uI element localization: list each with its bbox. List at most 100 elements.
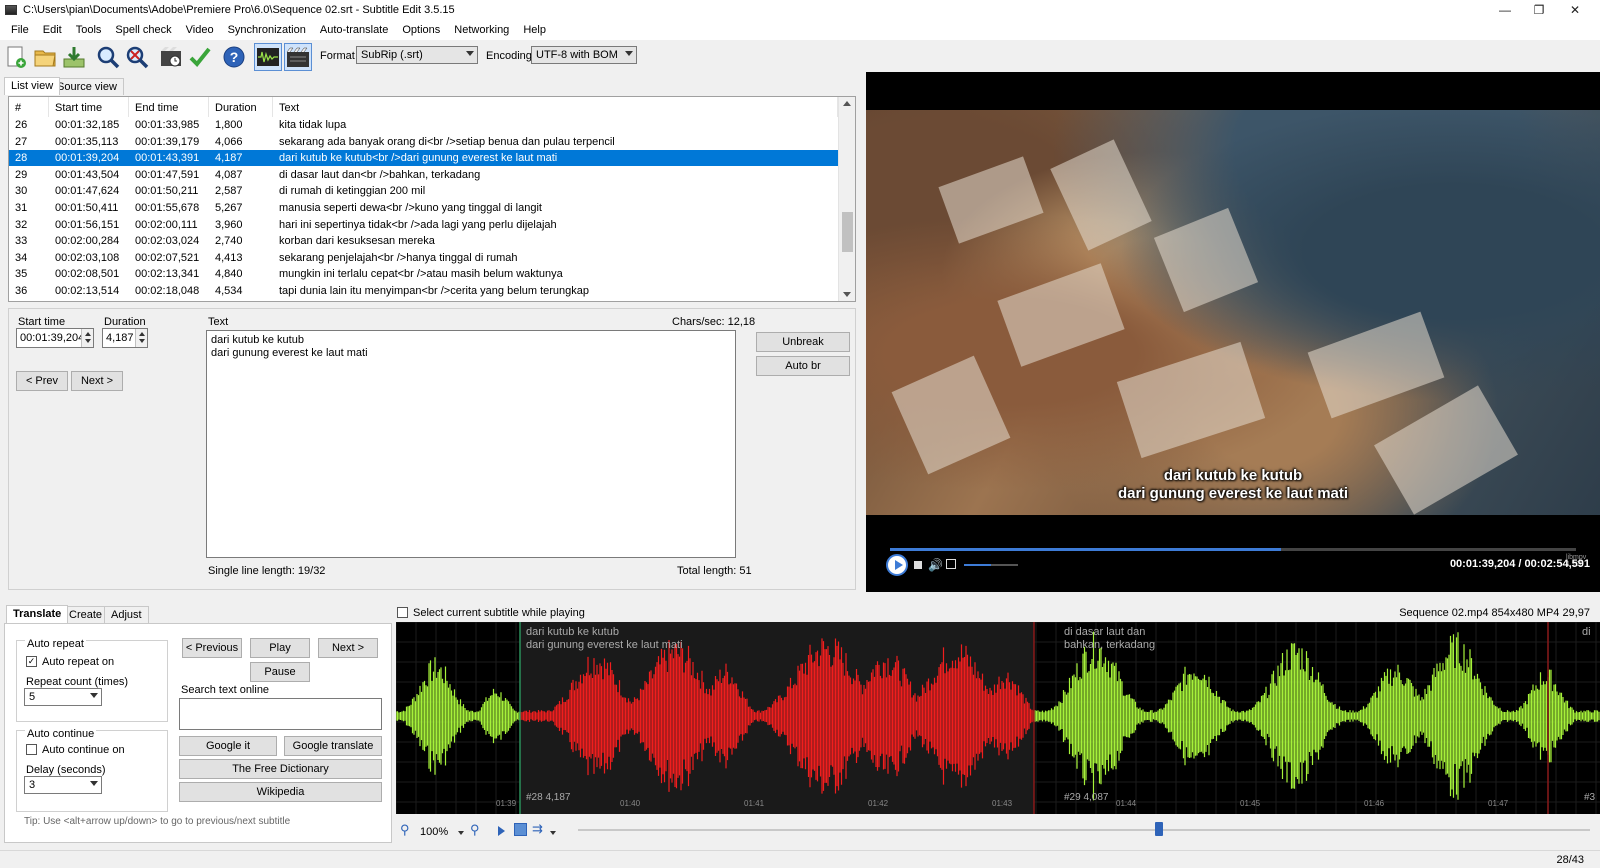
scroll-thumb[interactable] [842, 212, 853, 252]
menu-help[interactable]: Help [516, 24, 553, 36]
menu-synchronization[interactable]: Synchronization [221, 24, 313, 36]
single-line-length: Single line length: 19/32 [208, 565, 326, 577]
menu-options[interactable]: Options [395, 24, 447, 36]
next-subtitle-button[interactable]: Next > [318, 638, 378, 658]
close-button[interactable]: ✕ [1552, 0, 1598, 20]
play-button[interactable]: Play [250, 638, 310, 658]
find-icon[interactable] [94, 43, 122, 71]
duration-spinner-icon[interactable] [135, 329, 147, 347]
tab-translate[interactable]: Translate [6, 605, 69, 623]
time-tick-label: 01:43 [992, 799, 1013, 808]
chevron-down-icon [90, 693, 98, 698]
slider-thumb[interactable] [1154, 822, 1163, 836]
menu-file[interactable]: File [4, 24, 36, 36]
encoding-select[interactable]: UTF-8 with BOM [531, 46, 637, 64]
save-download-icon[interactable] [60, 43, 88, 71]
segment-30-line1: di [1582, 626, 1591, 638]
subtitle-text-editor[interactable]: dari kutub ke kutub dari gunung everest … [206, 330, 736, 558]
new-file-icon[interactable] [2, 43, 30, 71]
auto-repeat-checkbox[interactable]: ✓ [26, 656, 37, 667]
tab-create[interactable]: Create [62, 606, 110, 623]
table-cell: 3,960 [215, 218, 243, 231]
menu-networking[interactable]: Networking [447, 24, 516, 36]
format-label: Format [320, 50, 355, 62]
toggle-grid-icon[interactable] [514, 823, 527, 836]
tab-adjust[interactable]: Adjust [104, 606, 149, 623]
search-text-input[interactable] [179, 698, 382, 730]
replace-icon[interactable] [123, 43, 151, 71]
table-row[interactable]: 29 00:01:43,504 00:01:47,591 4,087 di dasar … [9, 167, 838, 183]
video-toggle-icon[interactable] [284, 43, 312, 71]
visual-sync-icon[interactable] [157, 43, 185, 71]
column-text[interactable]: Text [273, 97, 838, 117]
table-row[interactable]: 31 00:01:50,411 00:01:55,678 5,267 manusia s… [9, 200, 838, 216]
menu-video[interactable]: Video [179, 24, 221, 36]
waveform-toggle-icon[interactable] [254, 43, 282, 71]
table-row[interactable]: 27 00:01:35,113 00:01:39,179 4,066 sekarang … [9, 134, 838, 150]
google-it-button[interactable]: Google it [179, 736, 277, 756]
repeat-count-select[interactable]: 5 [24, 688, 102, 706]
zoom-in-icon[interactable]: ⚲ [470, 822, 480, 838]
google-translate-button[interactable]: Google translate [284, 736, 382, 756]
menu-auto-translate[interactable]: Auto-translate [313, 24, 395, 36]
auto-continue-checkbox[interactable] [26, 744, 37, 755]
video-player[interactable]: dari kutub ke kutub dari gunung everest … [866, 72, 1600, 592]
subtitle-list[interactable]: # Start time End time Duration Text 26 00… [8, 96, 856, 302]
list-scrollbar[interactable] [838, 97, 855, 301]
menu-spell-check[interactable]: Spell check [108, 24, 178, 36]
volume-slider[interactable] [964, 564, 1018, 566]
follow-dropdown-icon[interactable] [550, 831, 556, 835]
play-wave-icon[interactable] [498, 826, 505, 836]
duration-label: Duration [104, 316, 146, 328]
free-dictionary-button[interactable]: The Free Dictionary [179, 759, 382, 779]
tab-list-view[interactable]: List view [4, 77, 61, 95]
open-folder-icon[interactable] [31, 43, 59, 71]
waveform-position-slider[interactable] [578, 822, 1590, 836]
column-start-time[interactable]: Start time [49, 97, 129, 117]
waveform-panel[interactable]: dari kutub ke kutub dari gunung everest … [396, 622, 1600, 814]
tab-source-view[interactable]: Source view [50, 78, 124, 95]
table-cell: mungkin ini terlalu cepat<br />atau masi… [279, 268, 563, 281]
table-cell: kita tidak lupa [279, 119, 347, 131]
table-row[interactable]: 35 00:02:08,501 00:02:13,341 4,840 mungkin i… [9, 266, 838, 282]
zoom-dropdown-icon[interactable] [458, 831, 464, 835]
table-cell: 00:01:43,391 [135, 152, 200, 165]
wikipedia-button[interactable]: Wikipedia [179, 782, 382, 802]
unbreak-button[interactable]: Unbreak [756, 332, 850, 352]
video-seek-bar[interactable] [890, 548, 1576, 551]
spell-check-icon[interactable] [186, 43, 214, 71]
menu-tools[interactable]: Tools [69, 24, 109, 36]
start-time-input[interactable]: 00:01:39,204 [16, 328, 94, 348]
column-end-time[interactable]: End time [129, 97, 209, 117]
format-select[interactable]: SubRip (.srt) [356, 46, 478, 64]
prev-button[interactable]: < Prev [16, 371, 68, 391]
start-time-spinner-icon[interactable] [81, 329, 93, 347]
play-icon[interactable] [886, 554, 908, 576]
delay-select[interactable]: 3 [24, 776, 102, 794]
table-row[interactable]: 28 00:01:39,204 00:01:43,391 4,187 dari kutu… [9, 150, 838, 167]
select-while-playing-checkbox[interactable] [397, 607, 408, 618]
help-icon[interactable]: ? [220, 43, 248, 71]
table-row[interactable]: 36 00:02:13,514 00:02:18,048 4,534 tapi duni… [9, 283, 838, 299]
zoom-level[interactable]: 100% [420, 826, 448, 838]
table-row[interactable]: 32 00:01:56,151 00:02:00,111 3,960 hari ini … [9, 217, 838, 233]
column-number[interactable]: # [9, 97, 49, 117]
table-row[interactable]: 34 00:02:03,108 00:02:07,521 4,413 sekarang … [9, 250, 838, 266]
fullscreen-icon[interactable] [946, 559, 956, 569]
follow-icon[interactable]: ⇉ [532, 821, 543, 837]
auto-br-button[interactable]: Auto br [756, 356, 850, 376]
table-row[interactable]: 33 00:02:00,284 00:02:03,024 2,740 korban da… [9, 233, 838, 249]
menu-edit[interactable]: Edit [36, 24, 69, 36]
zoom-out-icon[interactable]: ⚲ [400, 822, 410, 838]
scroll-up-icon[interactable] [843, 101, 851, 106]
previous-button[interactable]: < Previous [182, 638, 242, 658]
next-button[interactable]: Next > [71, 371, 123, 391]
table-row[interactable]: 30 00:01:47,624 00:01:50,211 2,587 di rumah … [9, 183, 838, 199]
scroll-down-icon[interactable] [843, 292, 851, 297]
pause-button[interactable]: Pause [250, 662, 310, 682]
stop-icon[interactable] [914, 561, 922, 569]
table-row[interactable]: 26 00:01:32,185 00:01:33,985 1,800 kita tida… [9, 117, 838, 133]
volume-icon[interactable]: 🔊 [928, 558, 943, 572]
duration-input[interactable]: 4,187 [102, 328, 148, 348]
column-duration[interactable]: Duration [209, 97, 273, 117]
